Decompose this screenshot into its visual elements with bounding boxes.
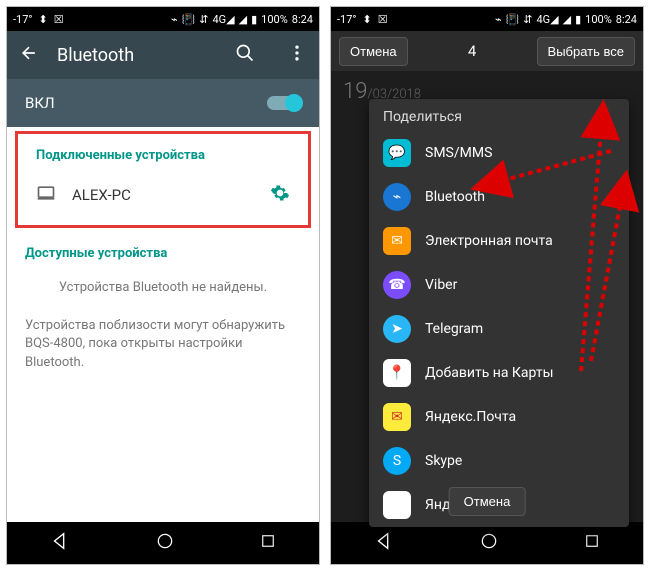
- system-nav-bar: [331, 522, 643, 564]
- clock: 8:24: [292, 13, 313, 26]
- share-label: Добавить на Карты: [425, 365, 553, 381]
- battery-percentage: 100%: [585, 13, 612, 26]
- bluetooth-switch[interactable]: [267, 96, 301, 110]
- battery-icon: ▮: [251, 13, 257, 26]
- maps-icon: 📍: [383, 359, 411, 387]
- no-devices-text: Устройства Bluetooth не найдены.: [7, 269, 319, 307]
- page-title: Bluetooth: [57, 45, 134, 66]
- share-item-bluetooth[interactable]: ⌁ Bluetooth: [369, 175, 629, 219]
- highlighted-section: Подключенные устройства ALEX-PC: [15, 131, 311, 228]
- share-item-yandex-mail[interactable]: ✉ Яндекс.Почта: [369, 395, 629, 439]
- back-arrow-icon[interactable]: [19, 43, 39, 68]
- data-icon: ⇵: [199, 13, 208, 26]
- viber-icon: ☎: [383, 271, 411, 299]
- back-button[interactable]: [49, 530, 71, 556]
- signal-icon: ◢: [563, 13, 571, 26]
- app-header: Bluetooth: [7, 31, 319, 79]
- telegram-icon: ➤: [383, 315, 411, 343]
- back-button[interactable]: [373, 530, 395, 556]
- share-label: Яндекс.Почта: [425, 409, 516, 425]
- connected-devices-title: Подключенные устройства: [18, 134, 308, 171]
- discovery-hint: Устройства поблизости могут обнаружить B…: [7, 307, 319, 382]
- select-all-button[interactable]: Выбрать все: [537, 37, 635, 66]
- signal-4g-icon: 4G◢: [537, 13, 559, 26]
- share-item-maps[interactable]: 📍 Добавить на Карты: [369, 351, 629, 395]
- home-button[interactable]: [479, 531, 499, 555]
- cancel-button[interactable]: Отмена: [339, 37, 408, 66]
- share-label: SMS/MMS: [425, 145, 492, 161]
- share-item-sms[interactable]: 💬 SMS/MMS: [369, 131, 629, 175]
- share-label: Электронная почта: [425, 233, 553, 249]
- clock: 8:24: [616, 13, 637, 26]
- share-label: Telegram: [425, 321, 483, 337]
- system-nav-bar: [7, 522, 319, 564]
- bottom-cancel-button[interactable]: Отмена: [449, 487, 526, 516]
- status-bar: -17° ⬍ ☒ ⌁ 📳 ⇵ 4G◢ ◢ ▮ 100% 8:24: [7, 7, 319, 31]
- share-title: Поделиться: [369, 99, 629, 131]
- notification-icon-2: ☒: [378, 13, 388, 26]
- device-settings-icon[interactable]: [270, 183, 290, 207]
- bluetooth-icon: ⌁: [171, 13, 178, 26]
- bluetooth-icon: ⌁: [383, 183, 411, 211]
- vibrate-icon: 📳: [182, 13, 196, 26]
- more-menu-icon[interactable]: [287, 43, 307, 68]
- skype-icon: S: [383, 447, 411, 475]
- share-item-email[interactable]: ✉ Электронная почта: [369, 219, 629, 263]
- temperature: -17°: [337, 13, 357, 26]
- yandex-mail-icon: ✉: [383, 403, 411, 431]
- share-item-telegram[interactable]: ➤ Telegram: [369, 307, 629, 351]
- share-label: Skype: [425, 453, 462, 469]
- share-label: Bluetooth: [425, 189, 485, 205]
- selection-topbar: Отмена 4 Выбрать все: [331, 31, 643, 71]
- share-area: 19/03/2018 Поделиться 💬 SMS/MMS ⌁ Blueto…: [331, 71, 643, 522]
- recent-apps-button[interactable]: [583, 532, 601, 554]
- battery-percentage: 100%: [261, 13, 288, 26]
- available-devices-title: Доступные устройства: [7, 232, 319, 269]
- toggle-label: ВКЛ: [25, 94, 55, 112]
- share-item-skype[interactable]: S Skype: [369, 439, 629, 483]
- bluetooth-icon: ⌁: [495, 13, 502, 26]
- right-phone: -17° ⬍ ☒ ⌁ 📳 ⇵ 4G◢ ◢ ▮ 100% 8:24 Отмена …: [330, 6, 644, 565]
- status-bar: -17° ⬍ ☒ ⌁ 📳 ⇵ 4G◢ ◢ ▮ 100% 8:24: [331, 7, 643, 31]
- data-icon: ⇵: [523, 13, 532, 26]
- yandex-disk-icon: ◐: [383, 491, 411, 519]
- email-icon: ✉: [383, 227, 411, 255]
- selection-count: 4: [416, 42, 529, 60]
- vibrate-icon: 📳: [506, 13, 520, 26]
- notification-icon: ⬍: [39, 13, 48, 26]
- search-icon[interactable]: [235, 43, 255, 68]
- left-phone: -17° ⬍ ☒ ⌁ 📳 ⇵ 4G◢ ◢ ▮ 100% 8:24 Bluetoo…: [6, 6, 320, 565]
- share-label: Viber: [425, 277, 457, 293]
- notification-icon-2: ☒: [54, 13, 64, 26]
- laptop-icon: [36, 183, 56, 207]
- date-day: 19: [343, 79, 367, 104]
- signal-icon: ◢: [239, 13, 247, 26]
- temperature: -17°: [13, 13, 33, 26]
- share-item-viber[interactable]: ☎ Viber: [369, 263, 629, 307]
- home-button[interactable]: [155, 531, 175, 555]
- signal-4g-icon: 4G◢: [213, 13, 235, 26]
- share-panel: Поделиться 💬 SMS/MMS ⌁ Bluetooth ✉ Элект…: [369, 99, 629, 527]
- battery-icon: ▮: [575, 13, 581, 26]
- notification-icon: ⬍: [363, 13, 372, 26]
- bluetooth-toggle-row[interactable]: ВКЛ: [7, 79, 319, 127]
- device-row[interactable]: ALEX-PC: [18, 171, 308, 219]
- recent-apps-button[interactable]: [259, 532, 277, 554]
- sms-icon: 💬: [383, 139, 411, 167]
- device-name: ALEX-PC: [72, 186, 131, 204]
